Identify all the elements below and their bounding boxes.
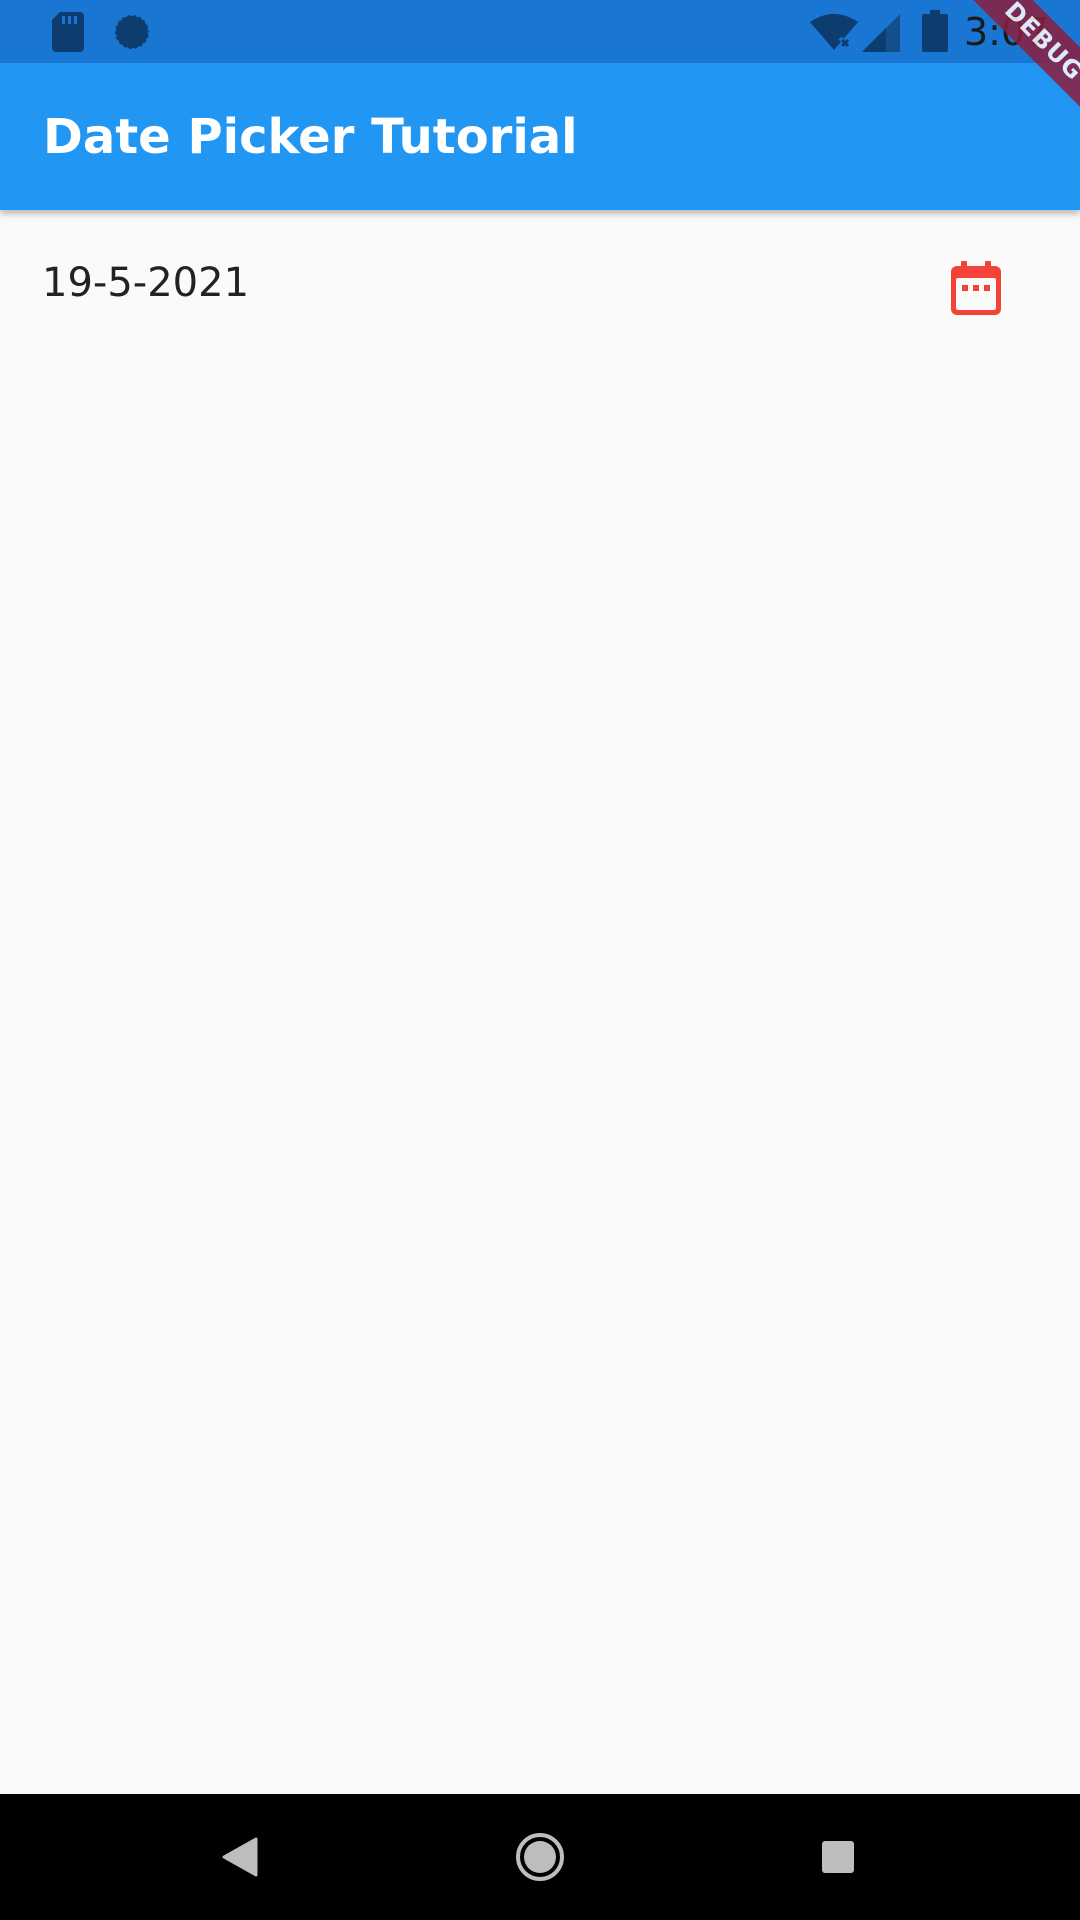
- status-bar: 3:07: [0, 0, 1080, 63]
- sd-card-icon: [52, 12, 84, 56]
- date-row: 19-5-2021: [0, 210, 1080, 360]
- home-button[interactable]: [505, 1824, 575, 1894]
- battery-icon: [922, 10, 948, 56]
- back-button[interactable]: [205, 1824, 275, 1894]
- wifi-off-icon: [810, 14, 858, 54]
- calendar-button[interactable]: [926, 250, 1026, 330]
- sync-icon: [112, 12, 152, 56]
- recent-apps-button[interactable]: [803, 1824, 873, 1894]
- calendar-icon: [951, 261, 1001, 319]
- recent-apps-icon: [821, 1840, 855, 1878]
- home-icon: [515, 1832, 565, 1886]
- screen: 3:07 Date Picker Tutorial DEBUG 19-5-202…: [0, 0, 1080, 1920]
- navigation-bar: [0, 1794, 1080, 1920]
- app-title: Date Picker Tutorial: [43, 109, 578, 165]
- selected-date-text: 19-5-2021: [42, 260, 250, 306]
- app-bar: Date Picker Tutorial: [0, 63, 1080, 210]
- back-icon: [222, 1837, 258, 1881]
- signal-icon: [862, 14, 902, 56]
